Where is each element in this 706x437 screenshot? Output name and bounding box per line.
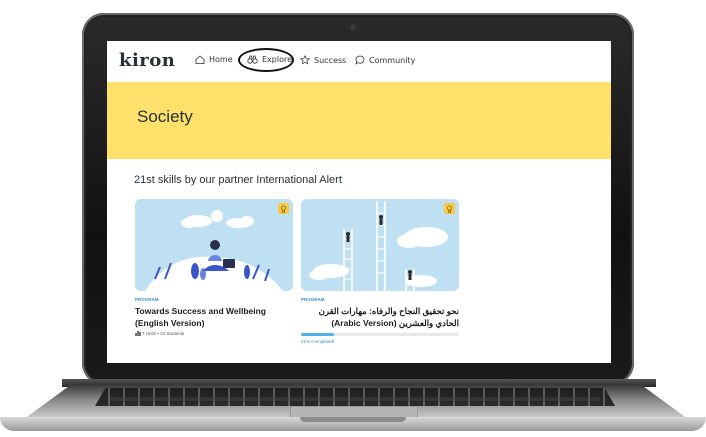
card-title[interactable]: Towards Success and Wellbeing (English V… <box>135 305 293 329</box>
progress-bar <box>301 333 459 336</box>
nav-success[interactable]: Success <box>300 55 346 65</box>
card-meta-text: 7 Units • 24 Students <box>142 331 185 336</box>
card-meta: 7 Units • 24 Students <box>135 331 293 336</box>
kiron-logo[interactable]: kiron <box>119 50 175 71</box>
screen: kiron Home Explore Success Community Soc… <box>107 41 611 363</box>
ladders-illustration <box>301 199 459 291</box>
nav-home[interactable]: Home <box>195 55 233 64</box>
nav-community[interactable]: Community <box>355 55 415 65</box>
meditation-illustration <box>135 199 293 291</box>
home-icon <box>195 55 205 64</box>
progress-bar-fill <box>301 333 335 336</box>
card-title[interactable]: نحو تحقيق النجاح والرفاه: مهارات القرن ا… <box>301 305 459 329</box>
chat-bubble-icon <box>355 55 365 65</box>
explore-highlight-circle <box>238 48 294 72</box>
card-type-label: PROGRAM <box>135 297 159 302</box>
award-icon <box>444 203 455 214</box>
units-icon <box>135 331 141 336</box>
card-type-label: PROGRAM <box>301 297 325 302</box>
card-illustration <box>301 199 459 291</box>
base-notch <box>300 417 406 422</box>
keyboard-row <box>110 397 600 401</box>
star-icon <box>300 55 310 65</box>
section-title: 21st skills by our partner International… <box>134 174 342 186</box>
nav-success-label: Success <box>314 55 347 65</box>
nav-community-label: Community <box>369 55 416 65</box>
nav-home-label: Home <box>209 55 233 64</box>
program-card-arabic[interactable]: PROGRAM نحو تحقيق النجاح والرفاه: مهارات… <box>301 199 459 344</box>
award-icon <box>278 203 289 214</box>
page-title: Society <box>137 107 193 126</box>
card-illustration <box>135 199 293 291</box>
top-nav: kiron Home Explore Success Community <box>107 41 611 81</box>
webcam <box>350 24 356 30</box>
program-card-english[interactable]: PROGRAM Towards Success and Wellbeing (E… <box>135 199 293 336</box>
progress-label: 21% Completed! <box>301 339 335 344</box>
category-banner: Society <box>107 82 611 159</box>
